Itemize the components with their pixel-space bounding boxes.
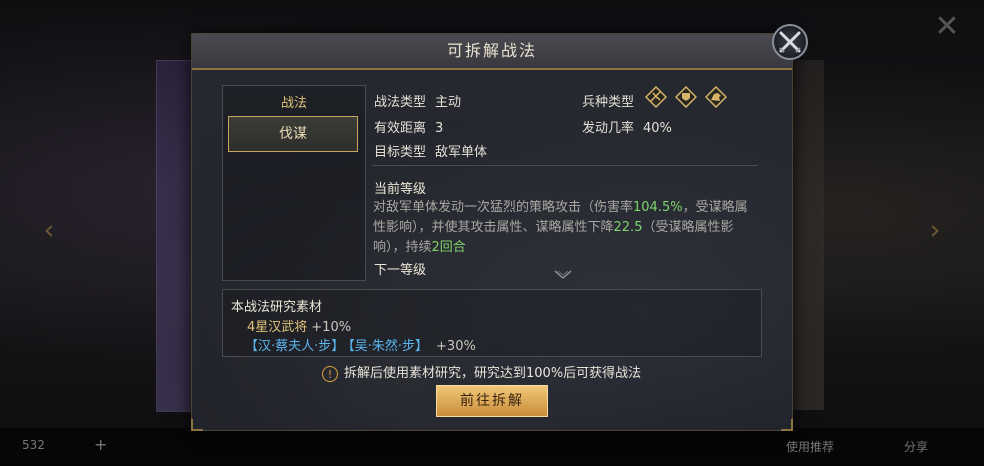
crossbow-icon — [645, 86, 667, 108]
skill-item-label: 伐谋 — [279, 126, 307, 142]
background-general-card-right — [790, 60, 824, 410]
dialog-corner — [781, 419, 793, 431]
cavalry-icon — [705, 86, 727, 108]
prev-arrow-icon: ‹ — [43, 213, 55, 246]
skill-item-famou[interactable]: 伐谋 — [228, 116, 358, 152]
range-value: 3 — [435, 121, 444, 136]
range-row: 有效距离 3 — [374, 117, 443, 136]
skill-type-label: 战法类型 — [374, 95, 427, 110]
troop-type-row: 兵种类型 — [582, 91, 634, 110]
current-level-heading: 当前等级 — [374, 182, 427, 197]
notice-text: 拆解后使用素材研究，研究达到100%后可获得战法 — [344, 366, 642, 381]
background-bottom-bar: 532 + 使用推荐 分享 — [0, 428, 984, 466]
description-rate-1: 104.5% — [633, 200, 683, 215]
skill-type-row: 战法类型 主动 — [374, 91, 461, 110]
trigger-rate-row: 发动几率 40% — [582, 117, 672, 136]
target-type-row: 目标类型 敌军单体 — [374, 141, 487, 160]
background-recommend: 使用推荐 — [786, 440, 835, 454]
shield-icon — [675, 86, 697, 108]
scroll-down-chevron-icon[interactable] — [554, 270, 572, 280]
materials-tags-line: 【汉·蔡夫人·步】 【吴·朱然·步】 +30% — [245, 335, 476, 354]
close-button[interactable] — [772, 24, 808, 60]
material-tag-cai-furen[interactable]: 【汉·蔡夫人·步】 — [245, 339, 344, 354]
target-type-value: 敌军单体 — [435, 145, 488, 160]
current-level-description: 对敌军单体发动一次猛烈的策略攻击（伤害率104.5%，受谋略属性影响），并使其攻… — [373, 198, 759, 258]
materials-general-percent: +10% — [311, 320, 352, 335]
materials-general-text: 4星汉武将 — [247, 320, 308, 335]
skill-list-label: 战法 — [280, 96, 307, 111]
materials-tags-percent: +30% — [436, 339, 476, 354]
materials-title: 本战法研究素材 — [231, 300, 323, 315]
go-decompose-button[interactable]: 前往拆解 — [436, 385, 548, 417]
background-count: 532 — [22, 438, 45, 452]
decompose-notice: ! 拆解后使用素材研究，研究达到100%后可获得战法 — [322, 362, 662, 382]
description-text-1: 对敌军单体发动一次猛烈的策略攻击（伤害率 — [373, 200, 634, 215]
range-label: 有效距离 — [374, 121, 427, 136]
description-rate-2: 22.5 — [613, 220, 643, 235]
dialog-corner — [191, 419, 203, 431]
crossed-swords-close-icon — [779, 31, 801, 53]
background-plus-icon: + — [94, 435, 108, 454]
material-tag-zhu-ran[interactable]: 【吴·朱然·步】 — [348, 339, 428, 354]
warning-icon: ! — [322, 365, 338, 382]
skill-list-panel: 战法 伐谋 — [222, 85, 366, 281]
background-close-icon: ✕ — [934, 9, 960, 44]
go-decompose-label: 前往拆解 — [460, 393, 524, 409]
info-divider — [372, 165, 758, 166]
skill-type-value: 主动 — [435, 95, 462, 110]
target-type-label: 目标类型 — [374, 145, 427, 160]
research-materials-box: 本战法研究素材 4星汉武将 +10% 【汉·蔡夫人·步】 【吴·朱然·步】 +30% — [222, 289, 762, 357]
dialog-title-bar: 可拆解战法 — [192, 34, 792, 70]
trigger-rate-label: 发动几率 — [582, 121, 635, 136]
trigger-rate-value: 40% — [643, 121, 672, 136]
troop-type-label: 兵种类型 — [582, 95, 635, 110]
dialog-title: 可拆解战法 — [446, 41, 537, 60]
next-arrow-icon: › — [929, 213, 941, 246]
decompose-skill-dialog: 可拆解战法 战法 伐谋 战法类型 主动 兵种类型 有效距离 3 发动几率 40%… — [191, 24, 808, 431]
background-share: 分享 — [904, 440, 929, 454]
next-level-heading: 下一等级 — [374, 263, 427, 278]
description-duration: 2回合 — [431, 240, 466, 255]
materials-general-line: 4星汉武将 +10% — [247, 316, 351, 335]
